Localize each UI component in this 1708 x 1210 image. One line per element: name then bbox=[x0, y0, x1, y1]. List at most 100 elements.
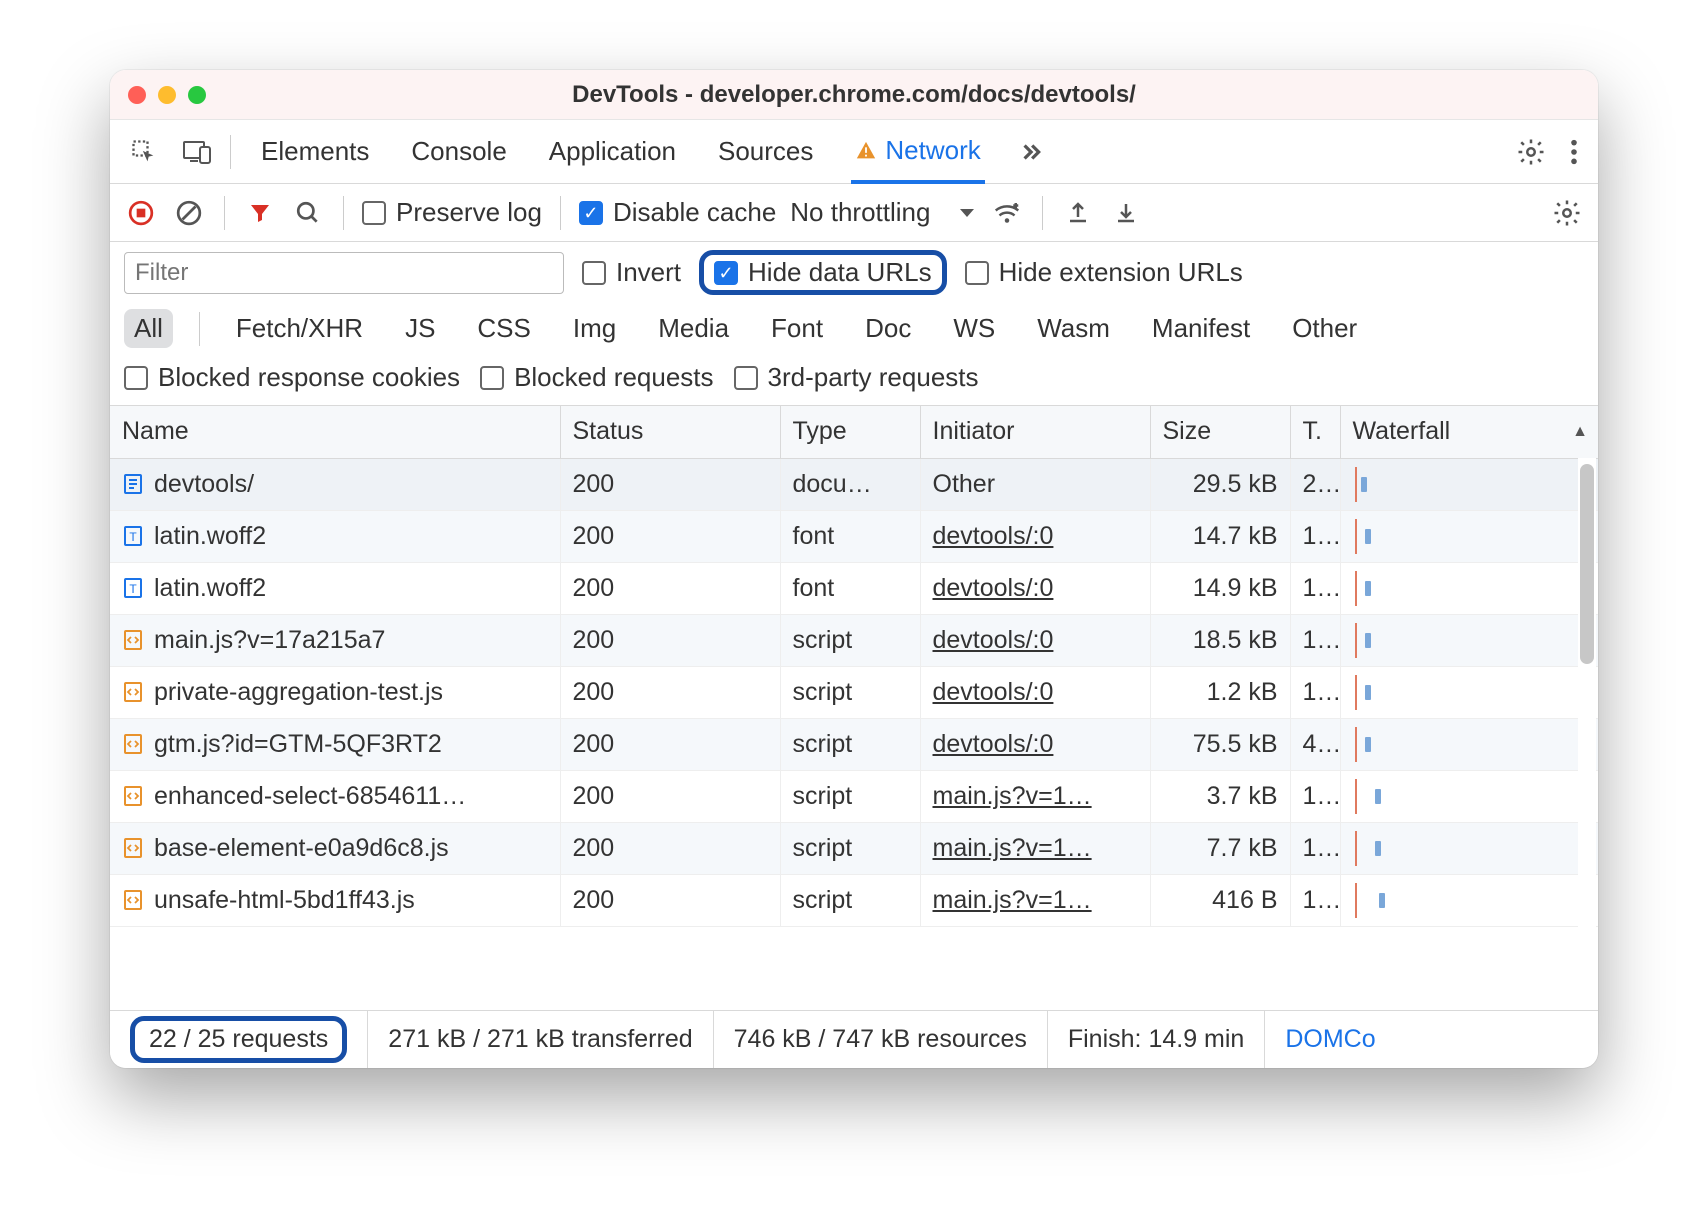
record-button[interactable] bbox=[124, 196, 158, 230]
third-party-requests-checkbox[interactable]: 3rd-party requests bbox=[734, 362, 979, 393]
clear-button[interactable] bbox=[172, 196, 206, 230]
network-conditions-icon[interactable] bbox=[990, 196, 1024, 230]
domcontent-link[interactable]: DOMCo bbox=[1265, 1011, 1395, 1068]
hide-data-urls-checkbox[interactable]: Hide data URLs bbox=[714, 257, 932, 288]
table-row[interactable]: base-element-e0a9d6c8.js200scriptmain.js… bbox=[110, 822, 1598, 874]
zoom-window-button[interactable] bbox=[188, 86, 206, 104]
type-filter-js[interactable]: JS bbox=[395, 309, 445, 348]
column-header-type[interactable]: Type bbox=[780, 406, 920, 458]
type-filter-all[interactable]: All bbox=[124, 309, 173, 348]
waterfall-cell bbox=[1340, 614, 1598, 666]
file-type-icon bbox=[122, 837, 144, 859]
window-title: DevTools - developer.chrome.com/docs/dev… bbox=[110, 81, 1598, 109]
hide-extension-urls-checkbox[interactable]: Hide extension URLs bbox=[965, 257, 1243, 288]
kebab-menu-icon[interactable] bbox=[1560, 132, 1588, 172]
column-header-initiator[interactable]: Initiator bbox=[920, 406, 1150, 458]
throttling-select[interactable]: No throttling bbox=[790, 197, 976, 228]
initiator-cell[interactable]: devtools/:0 bbox=[920, 562, 1150, 614]
waterfall-cell bbox=[1340, 718, 1598, 770]
waterfall-cell bbox=[1340, 562, 1598, 614]
request-name: main.js?v=17a215a7 bbox=[154, 626, 385, 655]
titlebar: DevTools - developer.chrome.com/docs/dev… bbox=[110, 70, 1598, 120]
file-type-icon bbox=[122, 681, 144, 703]
tab-sources[interactable]: Sources bbox=[714, 122, 817, 181]
table-row[interactable]: devtools/200docu…Other29.5 kB2.. bbox=[110, 458, 1598, 510]
blocked-response-cookies-checkbox[interactable]: Blocked response cookies bbox=[124, 362, 460, 393]
time-cell: 1.. bbox=[1290, 666, 1340, 718]
export-har-icon[interactable] bbox=[1061, 196, 1095, 230]
status-cell: 200 bbox=[560, 510, 780, 562]
minimize-window-button[interactable] bbox=[158, 86, 176, 104]
table-row[interactable]: gtm.js?id=GTM-5QF3RT2200scriptdevtools/:… bbox=[110, 718, 1598, 770]
time-cell: 1.. bbox=[1290, 510, 1340, 562]
type-filter-css[interactable]: CSS bbox=[467, 309, 540, 348]
type-filter-wasm[interactable]: Wasm bbox=[1027, 309, 1120, 348]
type-filter-media[interactable]: Media bbox=[648, 309, 739, 348]
status-cell: 200 bbox=[560, 770, 780, 822]
table-row[interactable]: enhanced-select-6854611…200scriptmain.js… bbox=[110, 770, 1598, 822]
type-filter-ws[interactable]: WS bbox=[943, 309, 1005, 348]
resources-size: 746 kB / 747 kB resources bbox=[714, 1011, 1048, 1068]
size-cell: 3.7 kB bbox=[1150, 770, 1290, 822]
type-filter-other[interactable]: Other bbox=[1282, 309, 1367, 348]
search-icon[interactable] bbox=[291, 196, 325, 230]
initiator-cell[interactable]: devtools/:0 bbox=[920, 718, 1150, 770]
column-header-t-[interactable]: T. bbox=[1290, 406, 1340, 458]
table-row[interactable]: Tlatin.woff2200fontdevtools/:014.7 kB1.. bbox=[110, 510, 1598, 562]
requests-count-highlight: 22 / 25 requests bbox=[130, 1016, 347, 1063]
column-header-name[interactable]: Name bbox=[110, 406, 560, 458]
status-cell: 200 bbox=[560, 874, 780, 926]
invert-checkbox[interactable]: Invert bbox=[582, 257, 681, 288]
table-row[interactable]: Tlatin.woff2200fontdevtools/:014.9 kB1.. bbox=[110, 562, 1598, 614]
tab-network[interactable]: Network bbox=[851, 121, 984, 184]
table-row[interactable]: private-aggregation-test.js200scriptdevt… bbox=[110, 666, 1598, 718]
tab-console[interactable]: Console bbox=[407, 122, 510, 181]
scrollbar[interactable] bbox=[1578, 458, 1596, 928]
initiator-cell[interactable]: main.js?v=1… bbox=[920, 874, 1150, 926]
scroll-thumb[interactable] bbox=[1580, 464, 1594, 664]
disable-cache-checkbox[interactable]: Disable cache bbox=[579, 197, 776, 228]
initiator-cell[interactable]: devtools/:0 bbox=[920, 614, 1150, 666]
waterfall-cell bbox=[1340, 822, 1598, 874]
request-table-wrap: NameStatusTypeInitiatorSizeT.Waterfall▲ … bbox=[110, 406, 1598, 1054]
request-name: private-aggregation-test.js bbox=[154, 678, 443, 707]
blocked-requests-checkbox[interactable]: Blocked requests bbox=[480, 362, 713, 393]
resource-type-filters: All Fetch/XHR JS CSS Img Media Font Doc WS Wasm Ma… bbox=[110, 303, 1598, 358]
tab-elements[interactable]: Elements bbox=[257, 122, 373, 181]
table-row[interactable]: unsafe-html-5bd1ff43.js200scriptmain.js?… bbox=[110, 874, 1598, 926]
table-row[interactable]: main.js?v=17a215a7200scriptdevtools/:018… bbox=[110, 614, 1598, 666]
size-cell: 7.7 kB bbox=[1150, 822, 1290, 874]
column-header-waterfall[interactable]: Waterfall▲ bbox=[1340, 406, 1598, 458]
extra-filters: Blocked response cookies Blocked request… bbox=[110, 358, 1598, 406]
import-har-icon[interactable] bbox=[1109, 196, 1143, 230]
type-filter-fetch-xhr[interactable]: Fetch/XHR bbox=[226, 309, 373, 348]
initiator-cell[interactable]: devtools/:0 bbox=[920, 510, 1150, 562]
settings-icon[interactable] bbox=[1506, 131, 1556, 173]
initiator-cell[interactable]: devtools/:0 bbox=[920, 666, 1150, 718]
divider bbox=[1042, 196, 1043, 230]
type-filter-img[interactable]: Img bbox=[563, 309, 626, 348]
filter-icon[interactable] bbox=[243, 196, 277, 230]
time-cell: 2.. bbox=[1290, 458, 1340, 510]
network-settings-icon[interactable] bbox=[1550, 196, 1584, 230]
column-header-size[interactable]: Size bbox=[1150, 406, 1290, 458]
divider bbox=[343, 196, 344, 230]
size-cell: 1.2 kB bbox=[1150, 666, 1290, 718]
inspect-element-icon[interactable] bbox=[120, 132, 168, 172]
column-header-status[interactable]: Status bbox=[560, 406, 780, 458]
request-table: NameStatusTypeInitiatorSizeT.Waterfall▲ … bbox=[110, 406, 1598, 927]
type-filter-font[interactable]: Font bbox=[761, 309, 833, 348]
filter-input[interactable] bbox=[124, 252, 564, 294]
type-filter-manifest[interactable]: Manifest bbox=[1142, 309, 1260, 348]
tab-application[interactable]: Application bbox=[545, 122, 680, 181]
file-type-icon: T bbox=[122, 577, 144, 599]
device-toolbar-icon[interactable] bbox=[172, 133, 222, 171]
preserve-log-checkbox[interactable]: Preserve log bbox=[362, 197, 542, 228]
more-tabs-icon[interactable] bbox=[1007, 133, 1053, 171]
initiator-cell[interactable]: main.js?v=1… bbox=[920, 822, 1150, 874]
initiator-cell[interactable]: main.js?v=1… bbox=[920, 770, 1150, 822]
file-type-icon bbox=[122, 473, 144, 495]
type-filter-doc[interactable]: Doc bbox=[855, 309, 921, 348]
close-window-button[interactable] bbox=[128, 86, 146, 104]
type-cell: font bbox=[780, 562, 920, 614]
